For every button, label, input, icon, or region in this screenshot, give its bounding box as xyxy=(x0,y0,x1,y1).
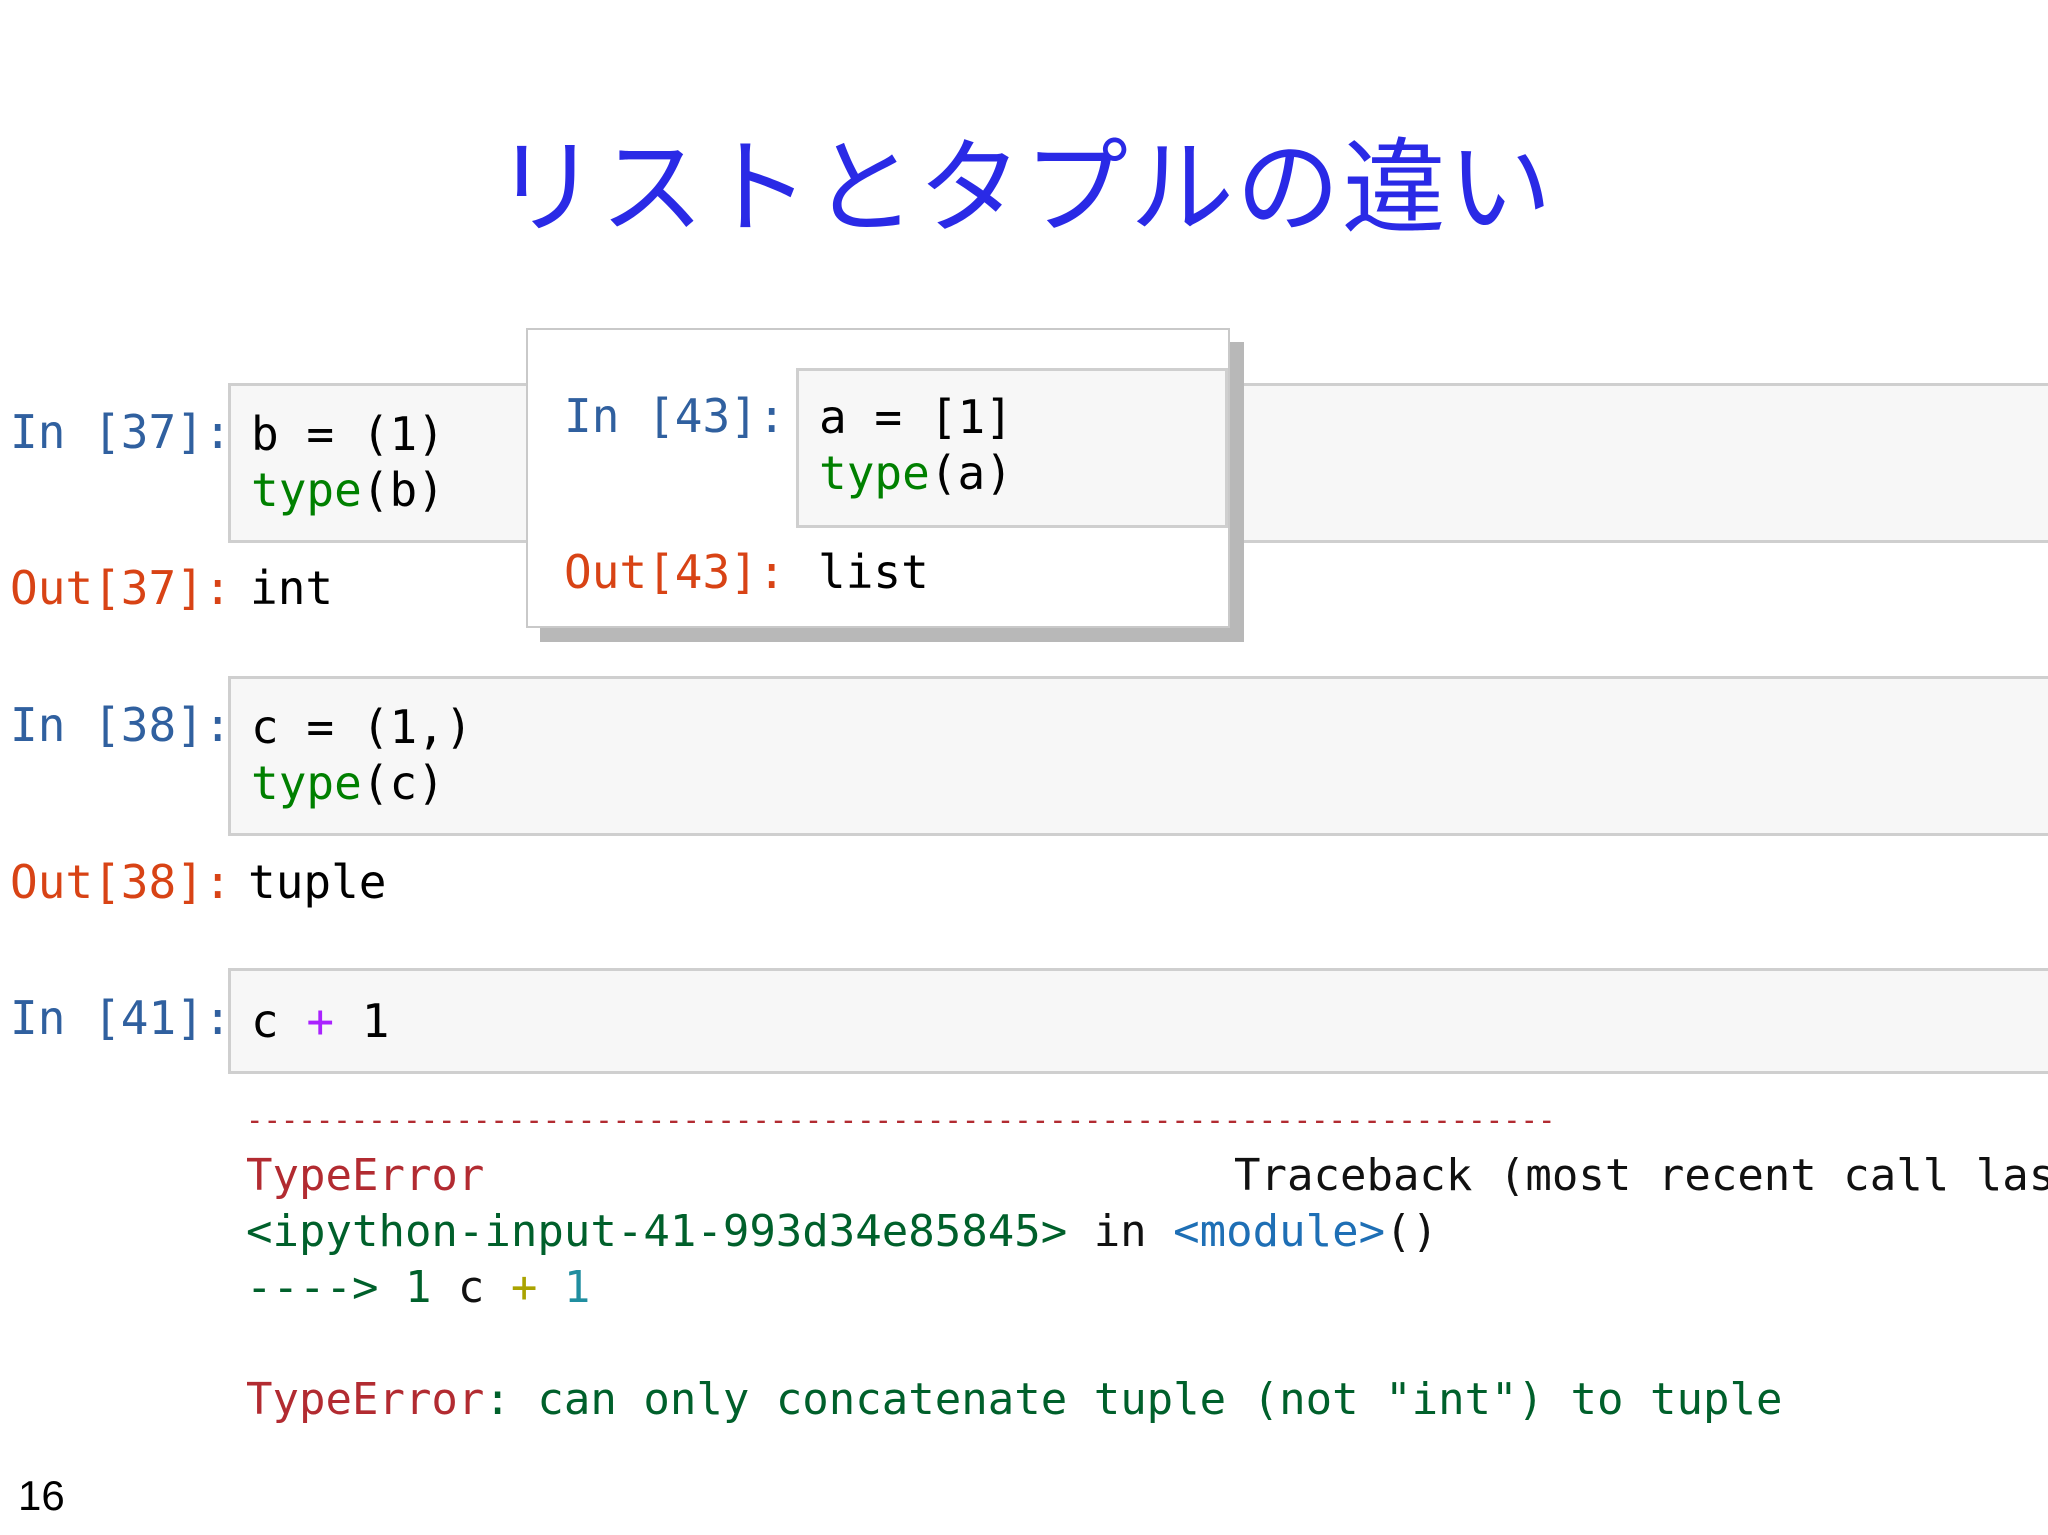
traceback-error-name: TypeError xyxy=(246,1150,485,1201)
type-keyword: type xyxy=(251,756,362,810)
traceback-location: <ipython-input-41-993d34e85845> in <modu… xyxy=(246,1204,1438,1260)
cell-37-code-line-2: type(b) xyxy=(251,462,445,518)
cell-38-output: tuple xyxy=(248,855,387,909)
type-keyword: type xyxy=(819,446,930,500)
traceback-header: Traceback (most recent call last) xyxy=(1234,1150,2048,1201)
traceback-plus: + xyxy=(510,1262,538,1313)
plus-operator: + xyxy=(306,994,335,1048)
cell-38-code-line-1: c = (1,) xyxy=(251,700,473,754)
cell-41-code-box[interactable]: c + 1 xyxy=(228,968,2048,1074)
traceback-lineno: 1 xyxy=(378,1262,432,1313)
slide-title: リストとタプルの違い xyxy=(493,127,1554,249)
traceback-input-ref: <ipython-input-41-993d34e85845> xyxy=(246,1206,1068,1257)
traceback-code-a: c xyxy=(431,1262,511,1313)
traceback-code-b: 1 xyxy=(537,1262,591,1313)
cell-37-in-prompt: In [37]: xyxy=(10,405,232,459)
cell-43-code-line-1: a = [1] xyxy=(819,390,1013,444)
traceback-arrow: ----> xyxy=(246,1262,379,1313)
traceback-module-parens: () xyxy=(1385,1206,1439,1257)
cell-43-code-line-2: type(a) xyxy=(819,445,1013,501)
cell-41-in-prompt: In [41]: xyxy=(10,991,232,1045)
type-keyword: type xyxy=(251,463,362,517)
type-args: (b) xyxy=(361,463,445,517)
traceback-dashes: ----------------------------------------… xyxy=(246,1103,1556,1137)
cell-38-code-line-2: type(c) xyxy=(251,755,445,811)
traceback-module: <module> xyxy=(1173,1206,1386,1257)
traceback-in-word: in xyxy=(1067,1206,1174,1257)
cell-37-output: int xyxy=(250,561,334,615)
traceback-final-name: TypeError xyxy=(246,1374,485,1425)
popup-cell-43: In [43]: a = [1] type(a) Out[43]: list xyxy=(526,328,1230,628)
cell-37-code-line-1: b = (1) xyxy=(251,407,445,461)
cell-43-out-prompt: Out[43]: xyxy=(564,545,786,599)
cell-43-output: list xyxy=(818,545,929,599)
cell-38-out-prompt: Out[38]: xyxy=(10,855,232,909)
cell-37-out-prompt: Out[37]: xyxy=(10,561,232,615)
cell-41-code-line-1: c + 1 xyxy=(251,993,389,1049)
page-number: 16 xyxy=(18,1472,65,1519)
traceback-final-message: : can only concatenate tuple (not "int")… xyxy=(484,1374,1783,1425)
traceback-final-line: TypeError: can only concatenate tuple (n… xyxy=(246,1372,1782,1428)
cell-43-in-prompt: In [43]: xyxy=(564,389,786,443)
traceback-arrow-line: ----> 1 c + 1 xyxy=(246,1260,590,1316)
type-args: (c) xyxy=(361,756,445,810)
cell-43-code-box[interactable]: a = [1] type(a) xyxy=(796,368,1228,528)
code-part: 1 xyxy=(334,994,390,1048)
type-args: (a) xyxy=(929,446,1013,500)
code-part: c xyxy=(251,994,307,1048)
cell-38-code-box[interactable]: c = (1,) type(c) xyxy=(228,676,2048,836)
cell-38-in-prompt: In [38]: xyxy=(10,698,232,752)
